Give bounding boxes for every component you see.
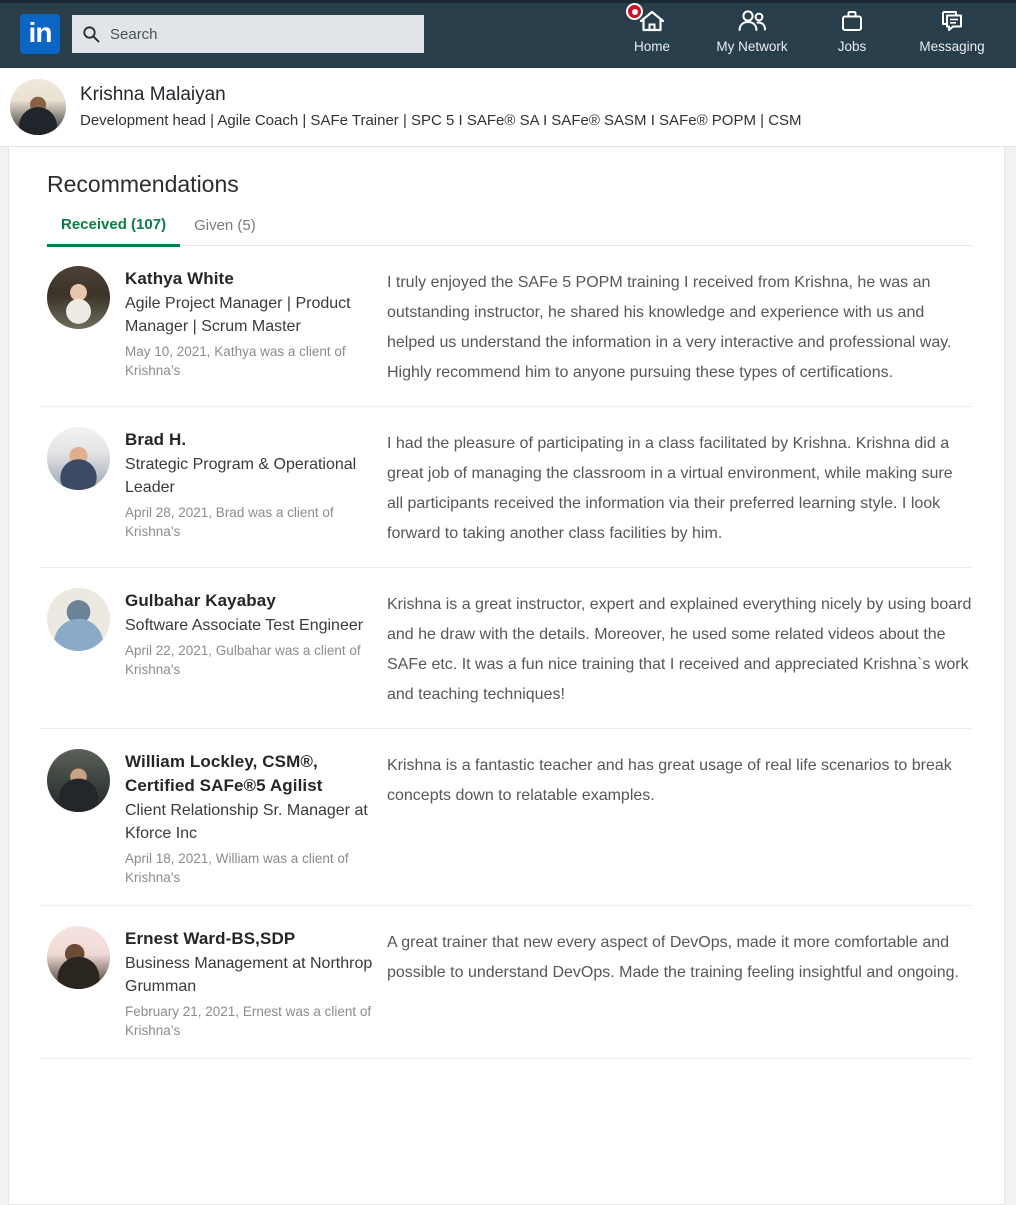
nav-item-my-network[interactable]: My Network — [702, 0, 802, 55]
recommendation-item: Ernest Ward-BS,SDP Business Management a… — [39, 906, 972, 1059]
people-icon — [736, 6, 768, 36]
nav-label-my-network: My Network — [716, 39, 788, 54]
author-title: Business Management at Northrop Grumman — [125, 955, 373, 995]
author-title: Client Relationship Sr. Manager at Kforc… — [125, 802, 368, 842]
recommendation-author: Gulbahar Kayabay Software Associate Test… — [47, 588, 377, 710]
nav-item-jobs[interactable]: Jobs — [802, 0, 902, 55]
nav-item-messaging[interactable]: Messaging — [902, 0, 1002, 55]
recommendation-meta: Ernest Ward-BS,SDP Business Management a… — [125, 926, 377, 1040]
search-box[interactable] — [72, 15, 424, 53]
avatar[interactable] — [47, 588, 110, 651]
nav-label-home: Home — [633, 39, 670, 54]
recommendations-tabs: Received (107) Given (5) — [39, 215, 972, 247]
author-title: Software Associate Test Engineer — [125, 617, 364, 634]
search-input[interactable] — [110, 25, 410, 43]
recommendation-meta: William Lockley, CSM®, Certified SAFe®5 … — [125, 749, 377, 887]
recommendation-meta: Gulbahar Kayabay Software Associate Test… — [125, 588, 377, 710]
avatar-image — [47, 427, 110, 490]
avatar-image — [47, 266, 110, 329]
recommendation-date: April 22, 2021, Gulbahar was a client of… — [125, 643, 361, 677]
search-icon — [82, 25, 100, 43]
tab-received[interactable]: Received (107) — [47, 215, 181, 247]
recommendation-item: Brad H. Strategic Program & Operational … — [39, 407, 972, 568]
profile-avatar[interactable] — [10, 79, 66, 135]
recommendation-text: Krishna is a fantastic teacher and has g… — [387, 757, 952, 804]
recommendation-item: Kathya White Agile Project Manager | Pro… — [39, 246, 972, 407]
author-name[interactable]: Ernest Ward-BS,SDP — [125, 927, 377, 951]
recommendation-text: I truly enjoyed the SAFe 5 POPM training… — [387, 274, 952, 381]
avatar-image — [10, 79, 66, 135]
recommendation-author: William Lockley, CSM®, Certified SAFe®5 … — [47, 749, 377, 887]
author-name[interactable]: Kathya White — [125, 267, 377, 291]
author-title: Agile Project Manager | Product Manager … — [125, 295, 351, 335]
home-notification-badge — [626, 3, 643, 20]
avatar[interactable] — [47, 266, 110, 329]
avatar-image — [47, 749, 110, 812]
page-body: Recommendations Received (107) Given (5)… — [0, 147, 1016, 1205]
profile-headline: Development head | Agile Coach | SAFe Tr… — [80, 111, 802, 129]
nav-label-jobs: Jobs — [837, 39, 867, 54]
recommendation-author: Kathya White Agile Project Manager | Pro… — [47, 266, 377, 388]
top-navigation-bar: in Home — [0, 0, 1016, 68]
avatar-image — [47, 588, 110, 651]
author-name[interactable]: Brad H. — [125, 428, 377, 452]
avatar-image — [47, 926, 110, 989]
recommendation-date: February 21, 2021, Ernest was a client o… — [125, 1004, 372, 1038]
recommendations-card: Recommendations Received (107) Given (5)… — [8, 147, 1005, 1205]
recommendation-author: Brad H. Strategic Program & Operational … — [47, 427, 377, 549]
recommendation-author: Ernest Ward-BS,SDP Business Management a… — [47, 926, 377, 1040]
home-icon — [626, 3, 667, 36]
briefcase-icon — [838, 6, 866, 36]
recommendation-meta: Kathya White Agile Project Manager | Pro… — [125, 266, 377, 388]
page-title: Recommendations — [47, 171, 239, 197]
profile-text: Krishna Malaiyan Development head | Agil… — [80, 82, 802, 133]
recommendation-item: Gulbahar Kayabay Software Associate Test… — [39, 568, 972, 729]
nav-item-home[interactable]: Home — [602, 0, 702, 55]
recommendation-text: Krishna is a great instructor, expert an… — [387, 596, 972, 703]
author-name[interactable]: Gulbahar Kayabay — [125, 589, 377, 613]
recommendation-text: A great trainer that new every aspect of… — [387, 934, 959, 981]
linkedin-logo[interactable]: in — [20, 14, 60, 54]
recommendation-date: April 28, 2021, Brad was a client of Kri… — [125, 505, 334, 539]
recommendation-date: May 10, 2021, Kathya was a client of Kri… — [125, 344, 346, 378]
author-title: Strategic Program & Operational Leader — [125, 456, 357, 496]
avatar[interactable] — [47, 926, 110, 989]
tab-given[interactable]: Given (5) — [180, 216, 270, 245]
message-icon — [938, 6, 966, 36]
nav-label-messaging: Messaging — [919, 39, 985, 54]
avatar[interactable] — [47, 427, 110, 490]
author-name[interactable]: William Lockley, CSM®, Certified SAFe®5 … — [125, 750, 377, 798]
nav-items: Home My Network Jobs Messaging — [602, 0, 1016, 68]
profile-name: Krishna Malaiyan — [80, 83, 226, 105]
recommendation-item: William Lockley, CSM®, Certified SAFe®5 … — [39, 729, 972, 906]
avatar[interactable] — [47, 749, 110, 812]
recommendation-meta: Brad H. Strategic Program & Operational … — [125, 427, 377, 549]
profile-header-strip: Krishna Malaiyan Development head | Agil… — [0, 68, 1016, 147]
recommendation-date: April 18, 2021, William was a client of … — [125, 851, 349, 885]
recommendation-text: I had the pleasure of participating in a… — [387, 435, 953, 542]
